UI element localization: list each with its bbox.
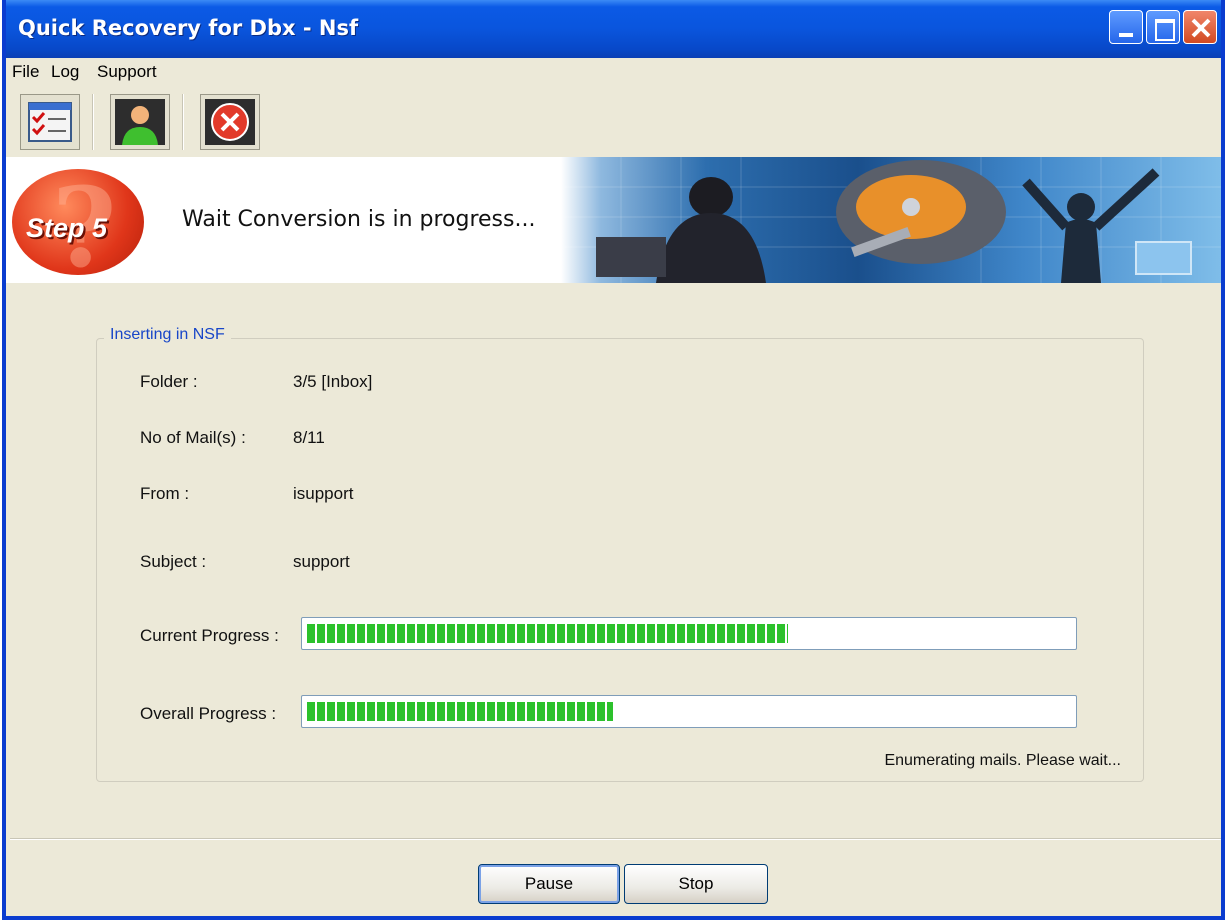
current-progress-bar (301, 617, 1077, 650)
footer-separator (10, 838, 1221, 840)
mails-label: No of Mail(s) : (140, 428, 246, 447)
window-title: Quick Recovery for Dbx - Nsf (18, 16, 359, 40)
checklist-icon (28, 102, 72, 142)
menu-bar: File Log Support (6, 58, 1221, 86)
step-banner: ? Step 5 Wait Conversion is in progress.… (6, 157, 1221, 283)
toolbar (6, 86, 1221, 154)
toolbar-separator (182, 94, 184, 150)
title-bar[interactable]: Quick Recovery for Dbx - Nsf (6, 0, 1221, 58)
user-icon (115, 99, 165, 145)
close-button[interactable] (1183, 10, 1217, 44)
step-badge: ? Step 5 (12, 163, 144, 283)
overall-progress-fill (307, 702, 613, 721)
overall-progress-label: Overall Progress : (140, 704, 277, 723)
exit-toolbar-button[interactable] (200, 94, 260, 150)
close-circle-icon (205, 99, 255, 145)
banner-message: Wait Conversion is in progress... (182, 207, 536, 232)
banner-image (561, 157, 1221, 283)
step-label: Step 5 (26, 213, 108, 243)
overall-progress-bar (301, 695, 1077, 728)
subject-label: Subject : (140, 552, 207, 571)
checklist-toolbar-button[interactable] (20, 94, 80, 150)
stop-button[interactable]: Stop (624, 864, 768, 904)
close-icon (1191, 18, 1211, 38)
user-toolbar-button[interactable] (110, 94, 170, 150)
group-title: Inserting in NSF (104, 326, 231, 344)
maximize-button[interactable] (1146, 10, 1180, 44)
minimize-button[interactable] (1109, 10, 1143, 44)
mails-value: 8/11 (293, 428, 325, 447)
folder-label: Folder : (140, 372, 198, 391)
banner-illustration (561, 157, 1221, 283)
status-text: Enumerating mails. Please wait... (884, 752, 1121, 769)
app-window: Quick Recovery for Dbx - Nsf File Log Su… (2, 0, 1225, 920)
menu-file[interactable]: File (12, 62, 39, 82)
from-label: From : (140, 484, 190, 503)
pause-button[interactable]: Pause (478, 864, 620, 904)
current-progress-label: Current Progress : (140, 626, 279, 645)
menu-log[interactable]: Log (51, 62, 79, 82)
subject-value: support (293, 552, 350, 571)
current-progress-fill (307, 624, 789, 643)
folder-value: 3/5 [Inbox] (293, 372, 373, 391)
from-value: isupport (293, 484, 354, 503)
toolbar-separator (92, 94, 94, 150)
menu-support[interactable]: Support (97, 62, 157, 82)
